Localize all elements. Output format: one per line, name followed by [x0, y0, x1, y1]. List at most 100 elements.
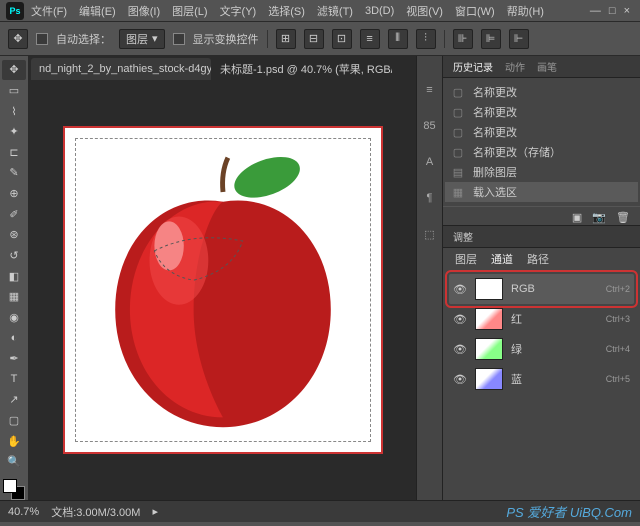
menu-file[interactable]: 文件(F) [26, 1, 72, 21]
visibility-icon[interactable]: 👁 [453, 283, 467, 296]
tab-actions[interactable]: 动作 [505, 59, 525, 74]
hand-tool[interactable]: ✋ [2, 431, 26, 451]
main-area: ✥ ▭ ⌇ ✦ ⊏ ✎ ⊕ ✐ ⊛ ↺ ◧ ▦ ◉ ◐ ✒ T ↗ ▢ ✋ 🔍 … [0, 56, 640, 500]
eraser-tool[interactable]: ◧ [2, 266, 26, 286]
channel-rgb[interactable]: 👁 RGB Ctrl+2 [449, 274, 634, 304]
layers-panel-tabs: 图层 通道 路径 [443, 248, 640, 270]
gradient-tool[interactable]: ▦ [2, 287, 26, 307]
tab-history[interactable]: 历史记录 [453, 59, 493, 74]
doc-size[interactable]: 文档:3.00M/3.00M [51, 504, 140, 520]
align-icon[interactable]: ⫶ [416, 29, 436, 49]
align-icon[interactable]: ⊞ [276, 29, 296, 49]
channel-green[interactable]: 👁 绿 Ctrl+4 [449, 334, 634, 364]
align-icon[interactable]: ⊡ [332, 29, 352, 49]
history-brush-tool[interactable]: ↺ [2, 246, 26, 266]
eyedropper-tool[interactable]: ✎ [2, 163, 26, 183]
visibility-icon[interactable]: 👁 [453, 313, 467, 326]
camera-icon[interactable]: 📷 [592, 211, 606, 224]
move-tool[interactable]: ✥ [2, 60, 26, 80]
align-icon[interactable]: ⫴ [388, 29, 408, 49]
distribute-icon[interactable]: ⊫ [481, 29, 501, 49]
wand-tool[interactable]: ✦ [2, 122, 26, 142]
visibility-icon[interactable]: 👁 [453, 343, 467, 356]
canvas[interactable] [29, 80, 416, 500]
channel-thumb [475, 338, 503, 360]
trash-icon[interactable]: 🗑 [616, 211, 630, 224]
channel-label: RGB [511, 283, 598, 295]
doc-tab[interactable]: nd_night_2_by_nathies_stock-d4gy0ih.psd [31, 58, 211, 80]
autoselect-checkbox[interactable] [36, 33, 48, 45]
tab-brushes[interactable]: 画笔 [537, 59, 557, 74]
pen-tool[interactable]: ✒ [2, 349, 26, 369]
autoselect-dropdown[interactable]: 图层▾ [119, 29, 165, 49]
history-item[interactable]: ▤删除图层 [445, 162, 638, 182]
history-footer: ▣ 📷 🗑 [443, 206, 640, 226]
distribute-icon[interactable]: ⊪ [453, 29, 473, 49]
heal-tool[interactable]: ⊕ [2, 184, 26, 204]
menu-select[interactable]: 选择(S) [263, 1, 310, 21]
close-icon[interactable]: × [624, 5, 630, 17]
lasso-tool[interactable]: ⌇ [2, 101, 26, 121]
channel-blue[interactable]: 👁 蓝 Ctrl+5 [449, 364, 634, 394]
menu-image[interactable]: 图像(I) [123, 1, 165, 21]
toolbox: ✥ ▭ ⌇ ✦ ⊏ ✎ ⊕ ✐ ⊛ ↺ ◧ ▦ ◉ ◐ ✒ T ↗ ▢ ✋ 🔍 [0, 56, 29, 500]
paragraph-icon[interactable]: ¶ [421, 192, 439, 210]
channel-label: 红 [511, 311, 598, 327]
history-item[interactable]: ▢名称更改（存储） [445, 142, 638, 162]
tab-layers[interactable]: 图层 [455, 251, 477, 267]
collapsed-panels: ≡ 85 A ¶ ⬚ [416, 56, 442, 500]
marquee-tool[interactable]: ▭ [2, 81, 26, 101]
dodge-tool[interactable]: ◐ [2, 328, 26, 348]
align-icon[interactable]: ≡ [360, 29, 380, 49]
menu-filter[interactable]: 滤镜(T) [312, 1, 358, 21]
stamp-tool[interactable]: ⊛ [2, 225, 26, 245]
panel-icon[interactable]: ⬚ [421, 228, 439, 246]
maximize-icon[interactable]: □ [609, 5, 616, 17]
panel-icon[interactable]: 85 [421, 120, 439, 138]
menu-bar: Ps 文件(F) 编辑(E) 图像(I) 图层(L) 文字(Y) 选择(S) 滤… [0, 0, 640, 22]
character-icon[interactable]: A [421, 156, 439, 174]
menu-type[interactable]: 文字(Y) [215, 1, 262, 21]
tab-channels[interactable]: 通道 [491, 251, 513, 267]
distribute-icon[interactable]: ⊩ [509, 29, 529, 49]
channel-red[interactable]: 👁 红 Ctrl+3 [449, 304, 634, 334]
menu-edit[interactable]: 编辑(E) [74, 1, 121, 21]
crop-tool[interactable]: ⊏ [2, 143, 26, 163]
path-tool[interactable]: ↗ [2, 390, 26, 410]
channel-shortcut: Ctrl+5 [606, 374, 630, 384]
history-item[interactable]: ▢名称更改 [445, 122, 638, 142]
channels-panel: 👁 RGB Ctrl+2 👁 红 Ctrl+3 👁 绿 Ctrl+4 👁 蓝 [443, 270, 640, 500]
history-item-selected[interactable]: ▦载入选区 [445, 182, 638, 202]
move-tool-icon[interactable]: ✥ [8, 29, 28, 49]
history-item[interactable]: ▢名称更改 [445, 102, 638, 122]
tab-paths[interactable]: 路径 [527, 251, 549, 267]
app-logo: Ps [6, 2, 24, 20]
visibility-icon[interactable]: 👁 [453, 373, 467, 386]
menu-layer[interactable]: 图层(L) [167, 1, 212, 21]
document[interactable] [63, 126, 383, 454]
apple-image [76, 139, 370, 441]
doc-tab-active[interactable]: 未标题-1.psd @ 40.7% (苹果, RGB/8#) × [212, 58, 392, 80]
transform-checkbox[interactable] [173, 33, 185, 45]
channel-shortcut: Ctrl+2 [606, 284, 630, 294]
panel-icon[interactable]: ≡ [421, 84, 439, 102]
menu-3d[interactable]: 3D(D) [360, 3, 399, 19]
menu-window[interactable]: 窗口(W) [450, 1, 500, 21]
adjustments-panel-header[interactable]: 调整 [443, 226, 640, 248]
history-item[interactable]: ▢名称更改 [445, 82, 638, 102]
snapshot-icon[interactable]: ▣ [572, 211, 582, 224]
type-tool[interactable]: T [2, 369, 26, 389]
menu-view[interactable]: 视图(V) [401, 1, 448, 21]
blur-tool[interactable]: ◉ [2, 308, 26, 328]
align-icon[interactable]: ⊟ [304, 29, 324, 49]
zoom-level[interactable]: 40.7% [8, 506, 39, 518]
minimize-icon[interactable]: — [590, 5, 601, 17]
zoom-tool[interactable]: 🔍 [2, 452, 26, 472]
color-swatches[interactable] [3, 479, 25, 501]
brush-tool[interactable]: ✐ [2, 204, 26, 224]
shape-tool[interactable]: ▢ [2, 411, 26, 431]
menu-help[interactable]: 帮助(H) [502, 1, 549, 21]
history-panel: ▢名称更改 ▢名称更改 ▢名称更改 ▢名称更改（存储） ▤删除图层 ▦载入选区 … [443, 78, 640, 226]
autoselect-label: 自动选择： [56, 31, 111, 47]
channel-shortcut: Ctrl+3 [606, 314, 630, 324]
